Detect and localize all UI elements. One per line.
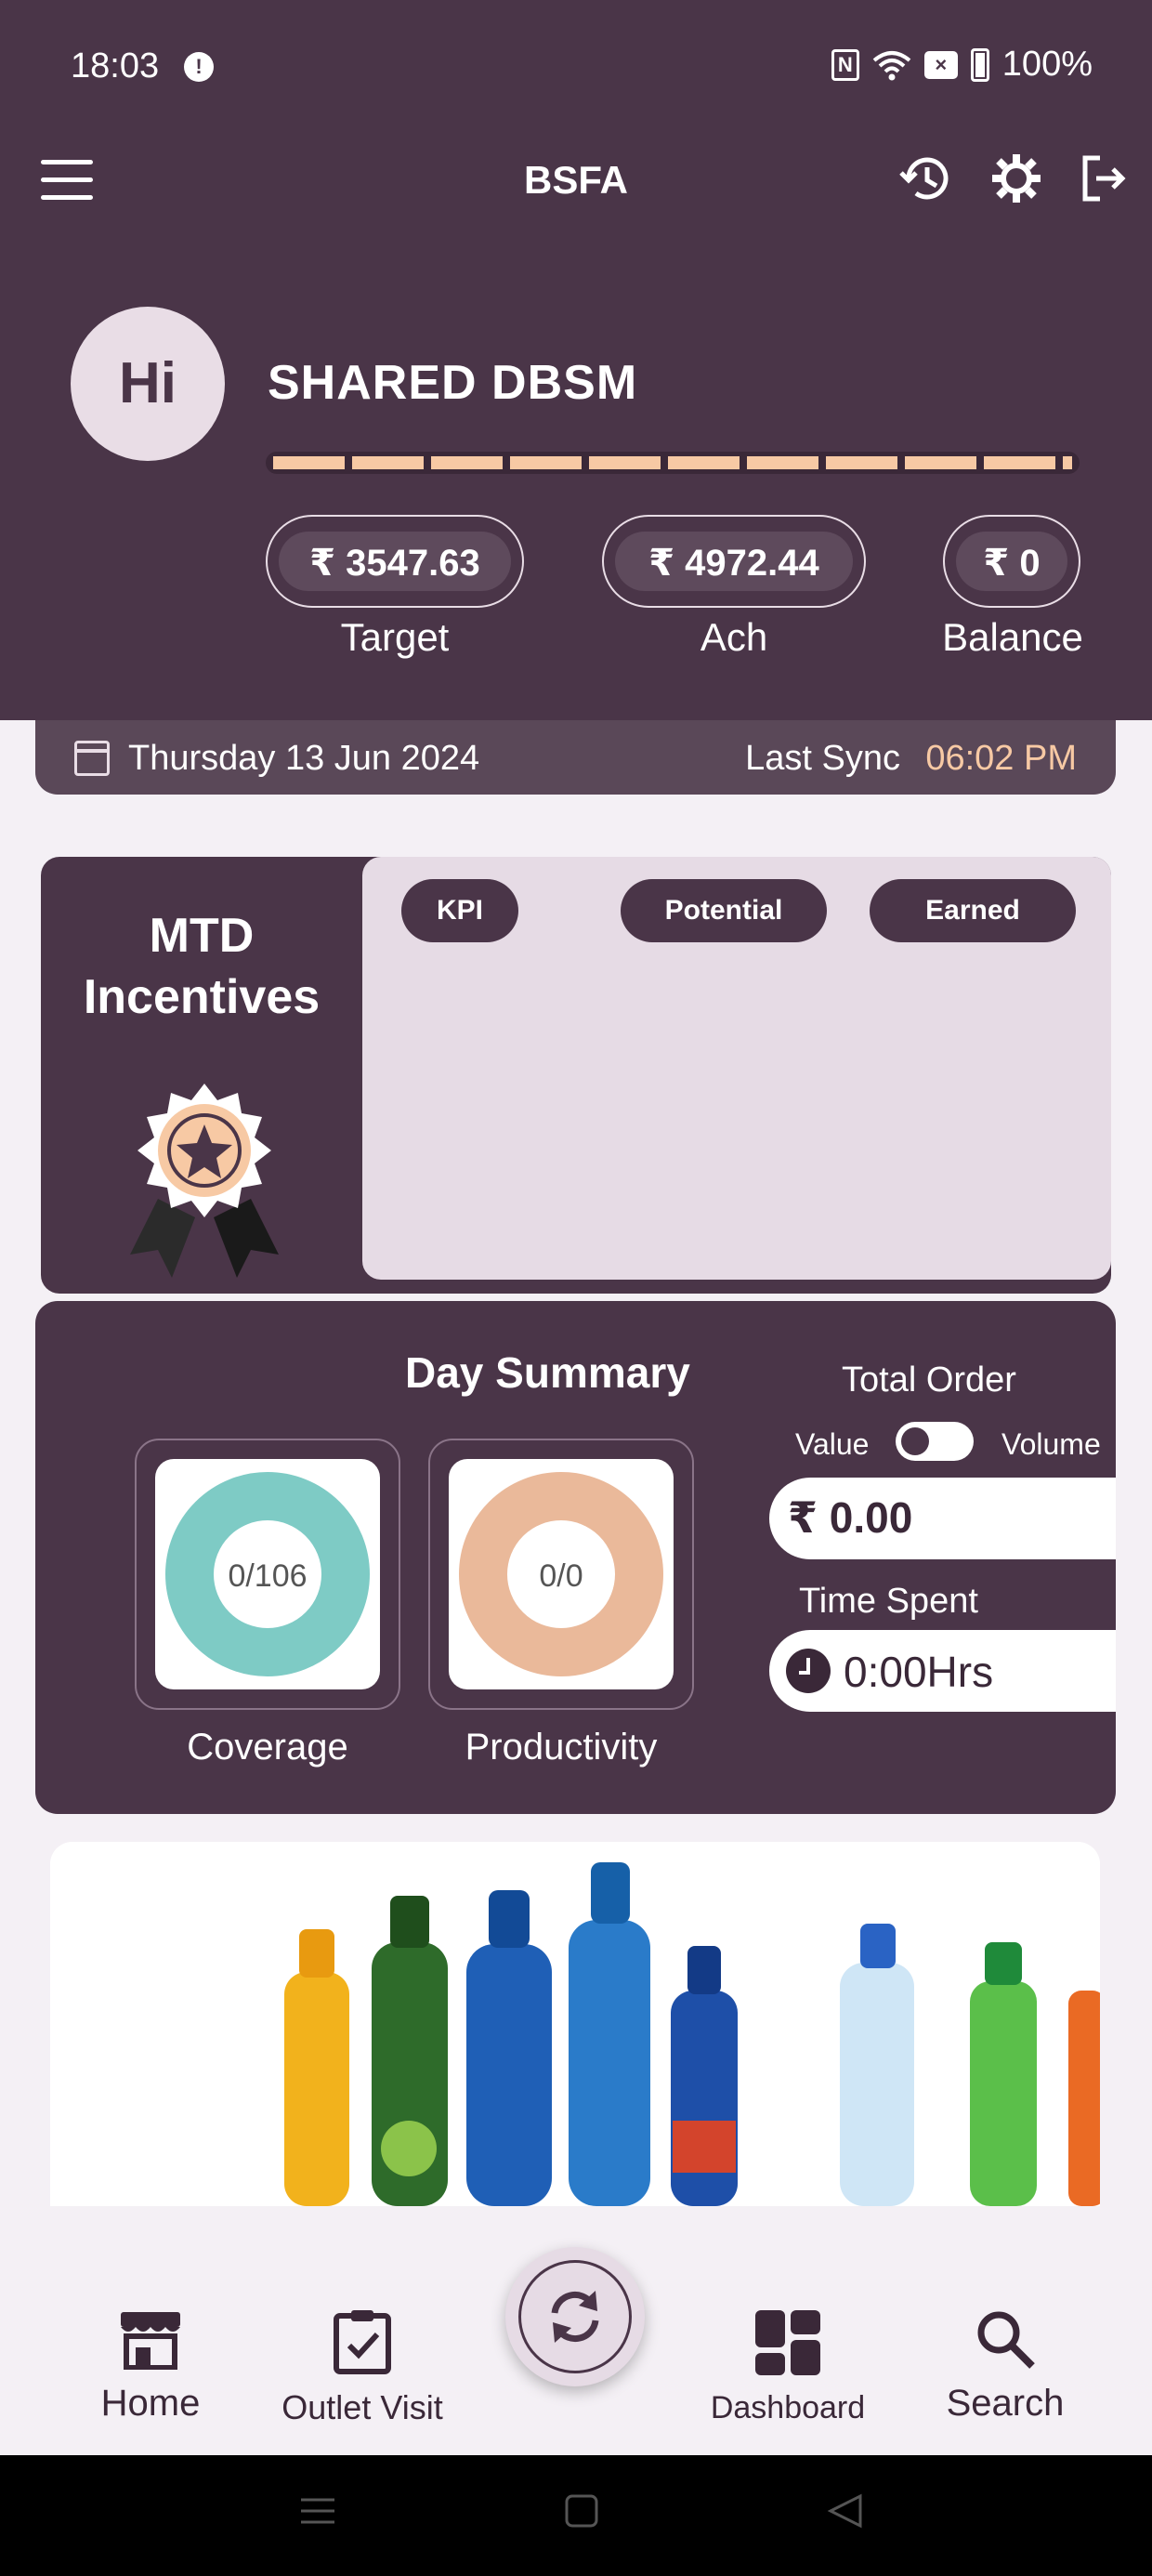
coverage-chart[interactable]: 0/106 xyxy=(135,1439,400,1710)
back-icon[interactable] xyxy=(827,2492,864,2530)
recent-apps-icon[interactable] xyxy=(299,2492,336,2530)
chip-kpi[interactable]: KPI xyxy=(401,879,518,942)
status-time: 18:03 xyxy=(71,46,160,85)
mtd-incentives-card: MTD Incentives KPI Potential Earned xyxy=(41,857,1111,1294)
ach-value: ₹ 4972.44 xyxy=(615,532,853,591)
toggle-volume-label: Volume xyxy=(1001,1427,1101,1461)
time-spent-field: 0:00Hrs xyxy=(769,1630,1116,1712)
productivity-label: Productivity xyxy=(465,1727,658,1768)
store-icon xyxy=(121,2312,180,2370)
chip-potential[interactable]: Potential xyxy=(621,879,827,942)
nav-search-label: Search xyxy=(946,2383,1065,2424)
balance-label: Balance xyxy=(942,615,1083,659)
sync-icon xyxy=(551,2291,599,2343)
battery-text: 100% xyxy=(1001,45,1093,84)
search-icon xyxy=(977,2311,1035,2369)
order-value-field: ₹ 0.00 xyxy=(769,1478,1116,1559)
mtd-incentives-panel: KPI Potential Earned xyxy=(362,857,1111,1280)
nav-dashboard[interactable]: Dashboard xyxy=(695,2308,881,2426)
checklist-icon xyxy=(334,2310,391,2374)
wifi-icon xyxy=(872,50,911,80)
history-icon[interactable] xyxy=(896,149,955,208)
home-button-icon[interactable] xyxy=(563,2492,600,2530)
header: 18:03 ! N × 100% BSFA Hi SHARED DBSM ₹ 3… xyxy=(0,0,1152,720)
ach-pill: ₹ 4972.44 xyxy=(602,515,866,608)
status-icons: N × 100% xyxy=(831,45,1093,85)
nav-home-label: Home xyxy=(100,2383,201,2424)
system-nav-bar xyxy=(0,2455,1152,2576)
calendar-icon xyxy=(74,741,110,776)
ach-label: Ach xyxy=(700,615,768,659)
bottom-nav: Home Outlet Visit Dashboard Search xyxy=(0,2206,1152,2455)
total-order-label: Total Order xyxy=(842,1360,1016,1400)
current-date: Thursday 13 Jun 2024 xyxy=(128,739,480,778)
target-label: Target xyxy=(340,615,450,659)
productivity-chart[interactable]: 0/0 xyxy=(428,1439,694,1710)
mtd-title-line1: MTD xyxy=(149,909,255,963)
nav-dashboard-label: Dashboard xyxy=(710,2390,866,2425)
logout-icon[interactable] xyxy=(1074,149,1133,208)
nav-home[interactable]: Home xyxy=(58,2308,243,2425)
dashboard-icon xyxy=(755,2310,820,2375)
chip-earned[interactable]: Earned xyxy=(870,879,1076,942)
award-badge-icon xyxy=(130,1084,279,1278)
clock-icon xyxy=(786,1649,831,1693)
target-pill: ₹ 3547.63 xyxy=(266,515,524,608)
battery-icon xyxy=(970,47,989,82)
info-icon: ! xyxy=(184,52,214,82)
productivity-value: 0/0 xyxy=(539,1558,583,1594)
coverage-label: Coverage xyxy=(187,1727,348,1768)
mtd-title: MTD Incentives xyxy=(41,905,362,1028)
order-value: ₹ 0.00 xyxy=(788,1493,913,1542)
last-sync-time: 06:02 PM xyxy=(925,739,1077,778)
app-bar: BSFA xyxy=(0,139,1152,223)
time-spent-value: 0:00Hrs xyxy=(844,1648,994,1696)
nav-outlet-visit[interactable]: Outlet Visit xyxy=(269,2308,455,2427)
settings-icon[interactable] xyxy=(987,149,1046,208)
date-bar: Thursday 13 Jun 2024 Last Sync 06:02 PM xyxy=(35,720,1116,795)
day-summary-card: Day Summary 0/106 Coverage 0/0 Productiv… xyxy=(35,1301,1116,1814)
product-bottles-image xyxy=(50,1842,1100,2206)
toggle-value-label: Value xyxy=(795,1427,870,1461)
balance-value: ₹ 0 xyxy=(956,532,1067,591)
last-sync-label: Last Sync xyxy=(745,739,900,778)
nfc-icon: N xyxy=(831,48,859,81)
no-sim-icon: × xyxy=(923,50,958,79)
sync-fab[interactable] xyxy=(505,2247,645,2386)
target-progress-bar xyxy=(266,452,1080,474)
coverage-value: 0/106 xyxy=(228,1558,308,1594)
status-bar: 18:03 ! N × 100% xyxy=(0,0,1152,139)
user-name: SHARED DBSM xyxy=(268,356,638,410)
app-title: BSFA xyxy=(523,158,628,202)
balance-pill: ₹ 0 xyxy=(943,515,1080,608)
nav-outlet-visit-label: Outlet Visit xyxy=(281,2388,443,2426)
product-banner[interactable] xyxy=(50,1842,1100,2206)
avatar: Hi xyxy=(71,307,225,461)
nav-search[interactable]: Search xyxy=(912,2308,1098,2425)
value-volume-toggle[interactable] xyxy=(896,1422,974,1461)
target-value: ₹ 3547.63 xyxy=(279,532,511,591)
day-summary-title: Day Summary xyxy=(405,1348,690,1397)
mtd-title-line2: Incentives xyxy=(83,970,321,1024)
time-spent-label: Time Spent xyxy=(799,1582,978,1621)
